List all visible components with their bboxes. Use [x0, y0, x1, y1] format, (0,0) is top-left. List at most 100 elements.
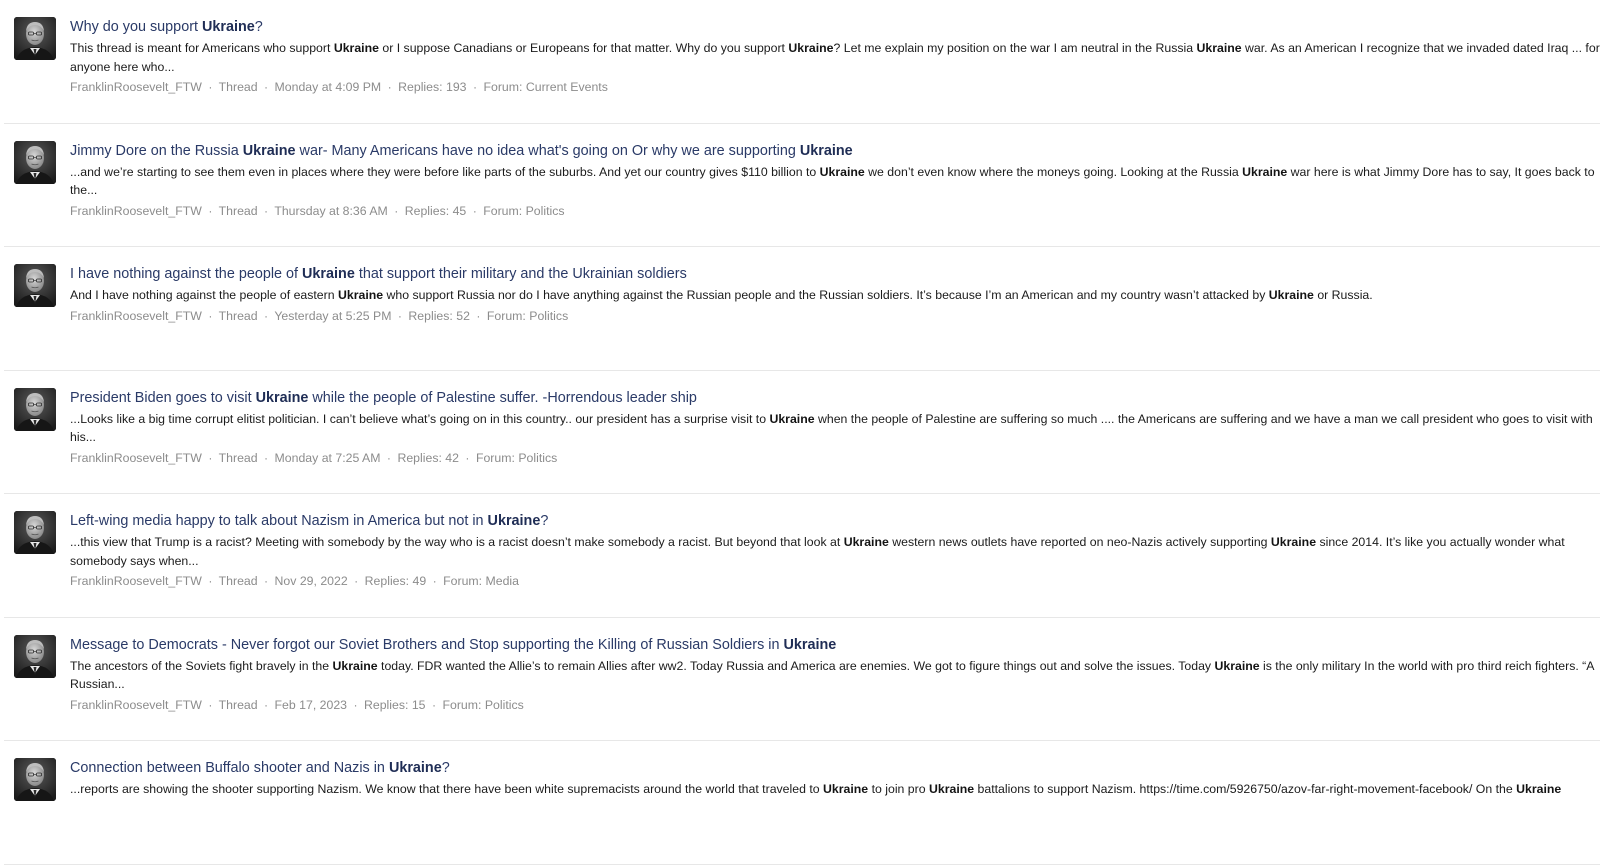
content-type: Thread	[218, 80, 258, 95]
title-text: Jimmy Dore on the Russia	[70, 142, 243, 159]
search-highlight: Ukraine	[1268, 288, 1314, 302]
thread-title-link[interactable]: Left-wing media happy to talk about Nazi…	[70, 510, 1600, 532]
snippet-text: battalions to support Nazism. https://ti…	[974, 782, 1517, 796]
avatar[interactable]	[14, 264, 56, 307]
content-type: Thread	[218, 308, 258, 323]
forum-label: Forum:	[442, 697, 482, 712]
snippet-text: western news outlets have reported on ne…	[888, 535, 1271, 549]
result-snippet: ...Looks like a big time corrupt elitist…	[70, 410, 1600, 447]
search-highlight: Ukraine	[769, 411, 815, 426]
title-text: that support their military and the Ukra…	[354, 266, 687, 282]
reply-count: Replies: 49	[364, 574, 427, 589]
title-text: ?	[441, 760, 450, 776]
meta-separator: ·	[264, 203, 269, 218]
snippet-text: ...and we’re starting to see them even i…	[70, 164, 820, 179]
reply-count: Replies: 15	[363, 697, 426, 712]
forum-link[interactable]: Politics	[529, 309, 568, 323]
search-highlight: Ukraine	[302, 266, 355, 282]
search-result-item: I have nothing against the people of Ukr…	[4, 247, 1600, 371]
search-highlight: Ukraine	[1242, 164, 1288, 179]
author-link[interactable]: FranklinRoosevelt_FTW	[70, 574, 202, 588]
title-text: Connection between Buffalo shooter and N…	[70, 760, 389, 776]
forum-link[interactable]: Current Events	[526, 80, 608, 94]
search-highlight: Ukraine	[783, 636, 837, 653]
result-meta: FranklinRoosevelt_FTW · Thread · Feb 17,…	[70, 696, 1600, 714]
meta-separator: ·	[264, 697, 269, 712]
search-highlight: Ukraine	[242, 142, 296, 159]
search-result-item: Why do you support Ukraine? This thread …	[4, 0, 1600, 124]
thread-title-link[interactable]: Connection between Buffalo shooter and N…	[70, 757, 1600, 779]
content-type: Thread	[218, 697, 258, 712]
portrait-image	[14, 387, 56, 431]
search-result-item: Connection between Buffalo shooter and N…	[4, 741, 1600, 865]
meta-separator: ·	[432, 574, 437, 589]
meta-separator: ·	[386, 450, 392, 465]
meta-separator: ·	[264, 574, 269, 589]
post-date: Yesterday at 5:25 PM	[274, 308, 392, 323]
search-highlight: Ukraine	[799, 142, 853, 159]
title-text: I have nothing against the people of	[70, 266, 303, 282]
result-meta: FranklinRoosevelt_FTW · Thread · Monday …	[70, 449, 1600, 467]
snippet-text: This thread is meant for Americans who s…	[70, 41, 334, 55]
portrait-image	[14, 140, 56, 184]
thread-title-link[interactable]: President Biden goes to visit Ukraine wh…	[70, 387, 1600, 409]
forum-link[interactable]: Politics	[518, 451, 557, 465]
search-highlight: Ukraine	[388, 760, 442, 776]
result-meta: FranklinRoosevelt_FTW · Thread · Yesterd…	[70, 307, 1600, 325]
search-result-item: Jimmy Dore on the Russia Ukraine war- Ma…	[4, 124, 1600, 247]
title-text: war- Many Americans have no idea what's …	[295, 142, 800, 159]
post-date: Thursday at 8:36 AM	[274, 203, 388, 218]
meta-separator: ·	[431, 697, 437, 712]
reply-count: Replies: 42	[397, 450, 459, 465]
forum-label: Forum:	[486, 308, 526, 323]
meta-separator: ·	[394, 203, 399, 218]
snippet-text: ...reports are showing the shooter suppo…	[70, 782, 824, 796]
author-link[interactable]: FranklinRoosevelt_FTW	[70, 80, 202, 94]
author-link[interactable]: FranklinRoosevelt_FTW	[70, 204, 202, 218]
meta-separator: ·	[264, 450, 269, 465]
author-link[interactable]: FranklinRoosevelt_FTW	[70, 698, 202, 712]
author-link[interactable]: FranklinRoosevelt_FTW	[70, 451, 202, 465]
author-link[interactable]: FranklinRoosevelt_FTW	[70, 309, 202, 323]
search-result-item: Message to Democrats - Never forgot our …	[4, 618, 1600, 741]
forum-label: Forum:	[443, 574, 483, 589]
search-highlight: Ukraine	[843, 535, 889, 549]
result-snippet: ...this view that Trump is a racist? Mee…	[70, 533, 1600, 570]
forum-link[interactable]: Politics	[526, 204, 565, 218]
title-text: ?	[540, 513, 549, 529]
search-highlight: Ukraine	[1196, 41, 1242, 55]
forum-link[interactable]: Media	[486, 574, 520, 588]
title-text: while the people of Palestine suffer. -H…	[308, 389, 697, 406]
avatar[interactable]	[14, 17, 56, 60]
snippet-text: And I have nothing against the people of…	[70, 288, 338, 302]
title-text: Why do you support	[70, 19, 202, 35]
thread-title-link[interactable]: Message to Democrats - Never forgot our …	[70, 634, 1600, 656]
search-highlight: Ukraine	[201, 19, 255, 35]
avatar[interactable]	[14, 758, 56, 801]
title-text: Left-wing media happy to talk about Nazi…	[70, 513, 488, 529]
snippet-text: or Russia.	[1313, 288, 1373, 302]
forum-label: Forum:	[475, 450, 515, 465]
meta-separator: ·	[208, 308, 213, 323]
avatar[interactable]	[14, 511, 56, 554]
forum-link[interactable]: Politics	[485, 698, 524, 712]
snippet-text: ? Let me explain my position on the war …	[833, 41, 1197, 55]
thread-title-link[interactable]: I have nothing against the people of Ukr…	[70, 263, 1600, 285]
thread-title-link[interactable]: Jimmy Dore on the Russia Ukraine war- Ma…	[70, 140, 1600, 162]
meta-separator: ·	[208, 80, 213, 95]
avatar[interactable]	[14, 634, 56, 678]
avatar[interactable]	[14, 387, 56, 431]
post-date: Monday at 7:25 AM	[274, 450, 381, 465]
reply-count: Replies: 193	[398, 80, 467, 95]
reply-count: Replies: 52	[408, 308, 470, 323]
search-highlight: Ukraine	[819, 164, 865, 179]
meta-separator: ·	[472, 80, 478, 95]
meta-separator: ·	[476, 308, 481, 323]
snippet-text: to join pro	[868, 782, 929, 796]
content-type: Thread	[218, 574, 258, 589]
avatar[interactable]	[14, 140, 56, 184]
thread-title-link[interactable]: Why do you support Ukraine?	[70, 16, 1600, 38]
meta-separator: ·	[264, 80, 269, 95]
snippet-text: we don’t even know where the moneys goin…	[864, 164, 1243, 179]
portrait-image	[14, 634, 56, 678]
